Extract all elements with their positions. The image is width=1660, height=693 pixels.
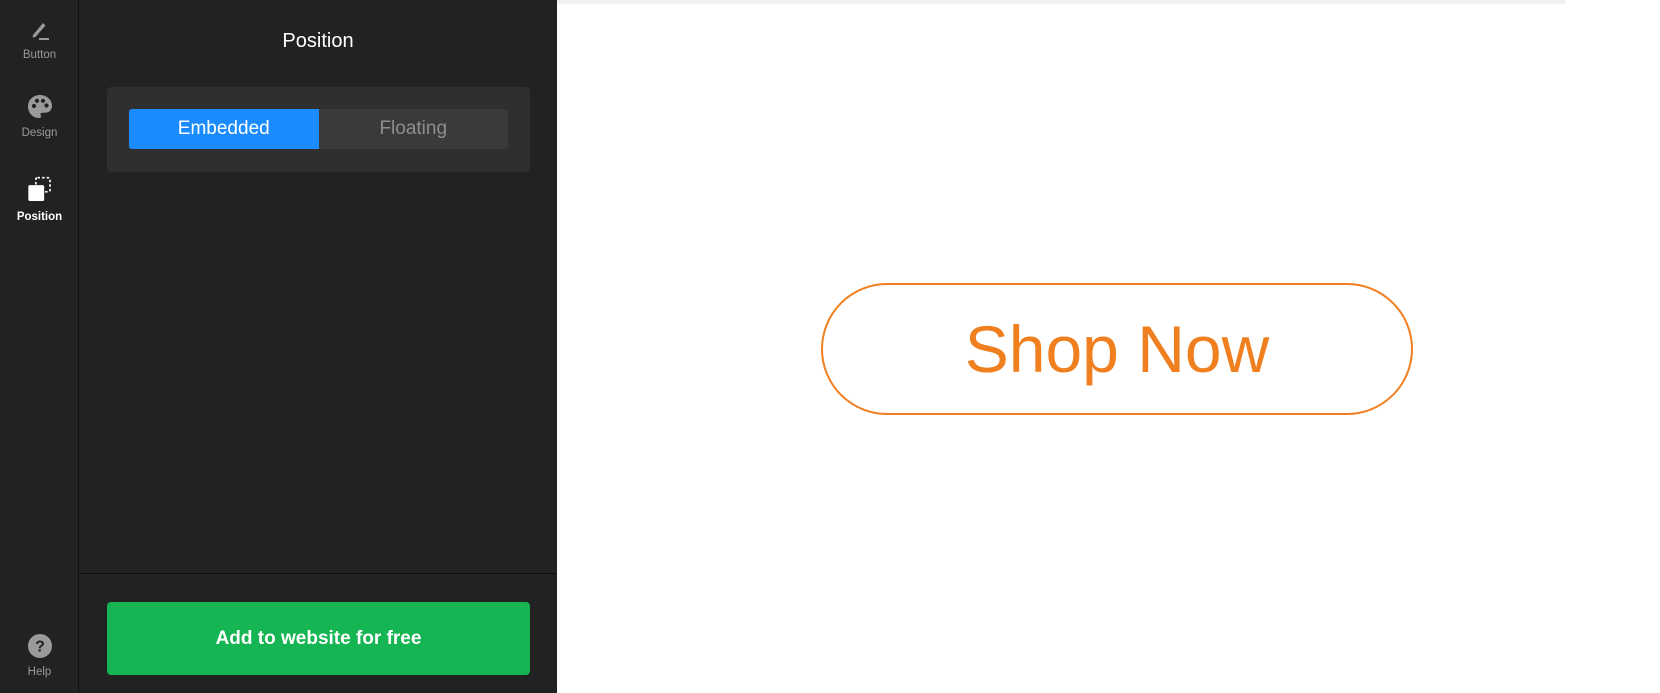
sidebar-item-label: Help bbox=[27, 666, 52, 678]
embedded-option[interactable]: Embedded bbox=[129, 109, 319, 149]
sidebar-item-help[interactable]: ? Help bbox=[0, 631, 79, 679]
palette-icon bbox=[25, 92, 55, 122]
icon-sidebar: Button Design Position ? Help bbox=[0, 0, 79, 693]
app-root: Button Design Position ? Help Position E… bbox=[0, 0, 1660, 693]
panel-title: Position bbox=[282, 30, 354, 52]
svg-text:?: ? bbox=[35, 639, 45, 656]
preview-area: Shop Now bbox=[557, 0, 1660, 693]
floating-option[interactable]: Floating bbox=[319, 109, 509, 149]
sidebar-item-label: Button bbox=[22, 49, 57, 61]
position-icon bbox=[25, 176, 55, 206]
sidebar-item-label: Position bbox=[16, 211, 63, 223]
pencil-icon bbox=[25, 14, 55, 44]
panel-footer: Add to website for free bbox=[79, 573, 557, 693]
add-to-website-button[interactable]: Add to website for free bbox=[107, 602, 530, 675]
settings-panel: Position Embedded Floating Add to websit… bbox=[79, 0, 557, 693]
help-icon: ? bbox=[25, 631, 55, 661]
preview-divider bbox=[557, 0, 1565, 4]
position-card: Embedded Floating bbox=[107, 87, 530, 172]
sidebar-item-position[interactable]: Position bbox=[0, 176, 79, 224]
position-toggle: Embedded Floating bbox=[129, 109, 508, 149]
sidebar-item-design[interactable]: Design bbox=[0, 92, 79, 140]
sidebar-item-label: Design bbox=[21, 127, 58, 139]
sidebar-item-button[interactable]: Button bbox=[0, 14, 79, 62]
shop-now-button[interactable]: Shop Now bbox=[821, 283, 1413, 415]
